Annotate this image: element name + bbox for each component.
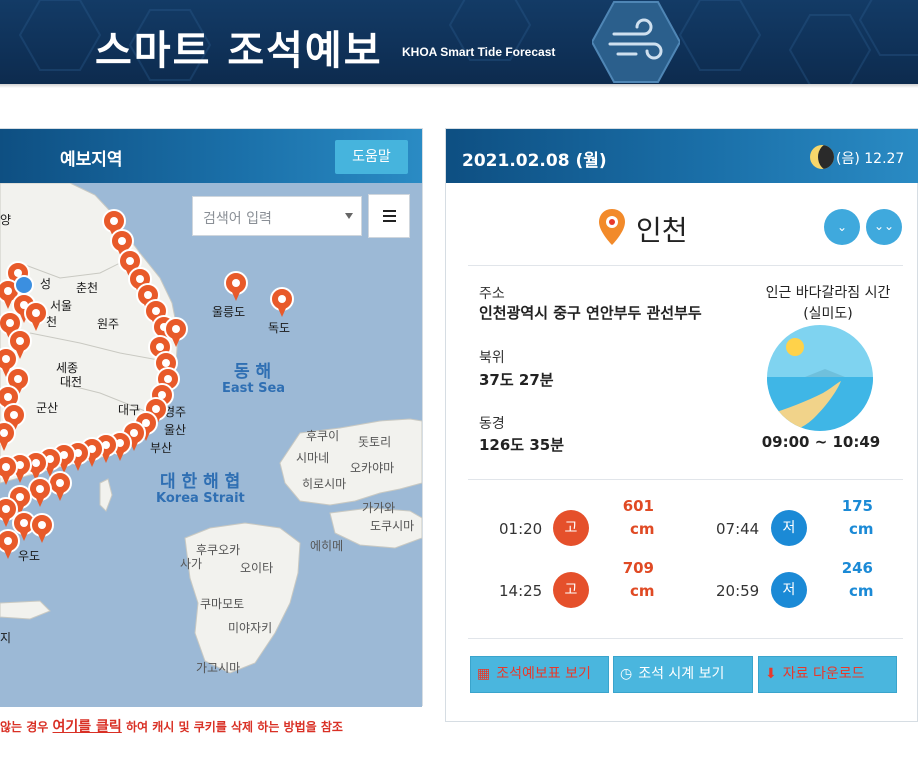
tide-unit: cm [849,520,874,538]
site-title: 스마트 조석예보 [95,28,383,74]
low-tide-badge: 저 [771,572,807,608]
tide-time: 01:20 [499,520,543,538]
tide-height: 709 [622,559,654,577]
moon-phase-icon [810,145,834,169]
tide-height: 601 [622,497,654,515]
double-chevron-down-icon: ⌄⌄ [873,219,895,233]
tide-time: 07:44 [716,520,760,538]
station-markers [0,209,294,560]
location-name: 인천 [636,214,688,247]
notice-link[interactable]: 여기를 클릭 [53,719,122,735]
tide-clock-button[interactable]: ◷ 조석 시계 보기 [613,656,753,693]
tide-table-label: 조석예보표 보기 [496,666,591,682]
divider [468,638,903,639]
current-location-marker [14,275,34,295]
sea-parting-image [767,325,873,431]
sea-parting-title: 인근 바다갈라짐 시간 [765,285,891,301]
tide-time: 20:59 [716,582,760,600]
map-panel-title: 예보지역 [60,150,123,170]
address-value: 인천광역시 중구 연안부두 관선부두 [479,304,702,322]
low-tide-badge: 저 [771,510,807,546]
site-header: 스마트 조석예보 KHOA Smart Tide Forecast [0,0,918,84]
tide-unit: cm [630,582,655,600]
high-tide-badge: 고 [553,572,589,608]
download-button[interactable]: ⬇ 자료 다운로드 [758,656,897,693]
expand-button[interactable]: ⌄ [824,209,860,245]
info-panel-header: 2021.02.08 (월) (음) 12.27 [446,129,918,183]
map-panel-header: 예보지역 도움말 [0,129,422,183]
region-map[interactable]: 검색어 입력 양 성 춘천 서울 천 원주 세종 대전 군산 대구 경주 울산 … [0,183,422,707]
chevron-down-icon: ⌄ [836,220,848,234]
notice-suffix: 하여 캐시 및 쿠키를 삭제 하는 방법을 참조 [121,720,343,734]
high-tide-badge: 고 [553,510,589,546]
divider [468,479,903,480]
wind-logo-icon [592,0,680,83]
longitude-label: 동경 [479,416,505,432]
sea-parting-place: (실미도) [803,306,853,322]
location-pin-icon [599,209,625,245]
download-icon: ⬇ [765,666,777,682]
tide-info-panel: 2021.02.08 (월) (음) 12.27 인천 ⌄ ⌄⌄ 주소 인천광역… [445,128,918,722]
tide-height: 175 [841,497,873,515]
cache-notice: 않는 경우 여기를 클릭 하여 캐시 및 쿠키를 삭제 하는 방법을 참조 [0,716,343,736]
forecast-date: 2021.02.08 (월) [462,151,607,171]
station-pins [0,209,294,560]
latitude-label: 북위 [479,350,505,366]
sea-parting-time: 09:00 ~ 10:49 [761,433,881,451]
header-shadow [0,84,918,88]
divider [468,265,903,266]
latitude-value: 37도 27분 [479,371,554,389]
lunar-date: (음) 12.27 [836,151,905,167]
tide-clock-label: 조석 시계 보기 [638,666,725,682]
notice-prefix: 않는 경우 [0,720,53,734]
tide-time: 14:25 [499,582,543,600]
site-subtitle: KHOA Smart Tide Forecast [402,45,556,59]
clock-icon: ◷ [620,666,633,682]
forecast-region-panel: 예보지역 도움말 검색어 입력 양 성 춘천 서울 천 원주 세종 대전 군산 … [0,128,423,707]
longitude-value: 126도 35분 [479,436,565,454]
tide-unit: cm [630,520,655,538]
tide-table-button[interactable]: ▦ 조석예보표 보기 [470,656,609,693]
calendar-icon: ▦ [477,666,491,682]
tide-height: 246 [841,559,873,577]
tide-unit: cm [849,582,874,600]
help-button[interactable]: 도움말 [335,140,408,174]
address-label: 주소 [479,286,505,302]
download-label: 자료 다운로드 [782,666,865,682]
expand-all-button[interactable]: ⌄⌄ [866,209,902,245]
